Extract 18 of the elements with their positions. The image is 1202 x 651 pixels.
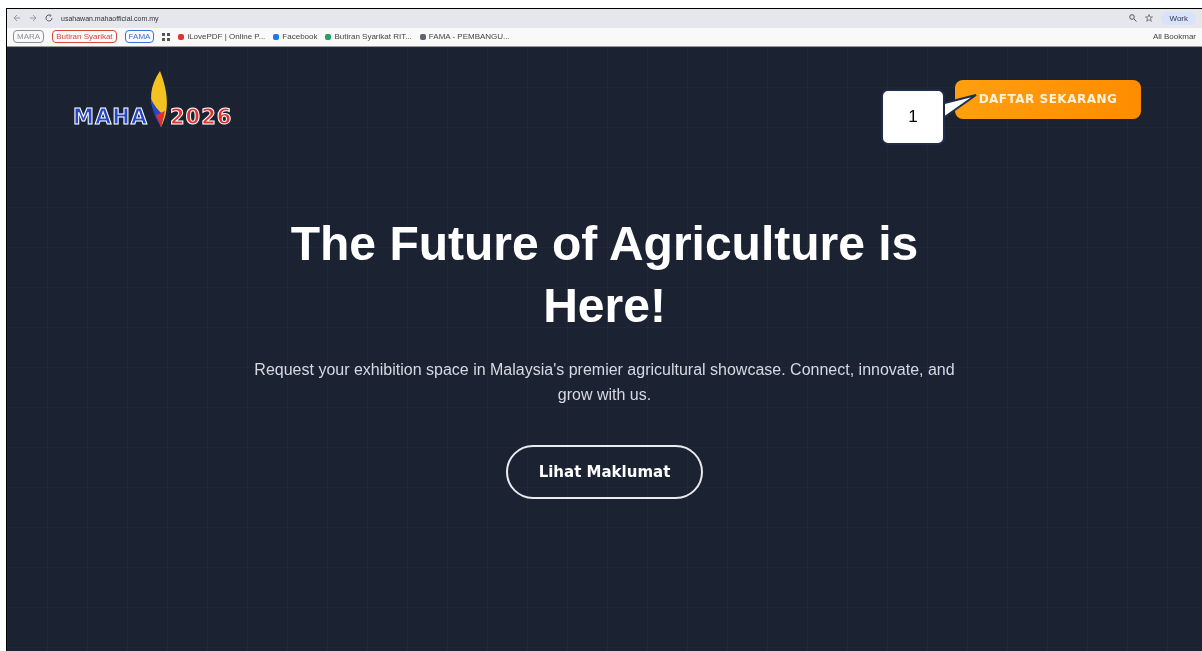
subtitle: Request your exhibition space in Malaysia's premier agricultural showcase. Connect, innovate, and grow with us. [253, 360, 956, 405]
forward-icon[interactable] [29, 14, 37, 23]
all-bookmarks[interactable]: All Bookmar [1152, 32, 1196, 42]
bookmark-link[interactable]: iLovePDF | Online P... [178, 32, 266, 42]
bookmark-link[interactable]: FAMA - PEMBANGU... [419, 32, 510, 42]
star-icon[interactable] [1145, 14, 1154, 23]
apps-icon[interactable] [162, 32, 171, 41]
back-icon[interactable] [13, 14, 21, 23]
profile-button[interactable]: Work [1161, 11, 1196, 25]
bookmark-chip[interactable]: Butiran Syarikat [52, 30, 117, 44]
reload-icon[interactable] [45, 14, 53, 23]
bookmark-chip[interactable]: FAMA [124, 30, 155, 44]
bookmark-link[interactable]: Facebook [273, 32, 318, 42]
bookmark-link[interactable]: Butiran Syarikat RIT... [325, 32, 412, 42]
headline: The Future of Agriculture is Here! [289, 216, 920, 334]
details-button[interactable]: Lihat Maklumat [506, 445, 703, 499]
zoom-icon[interactable] [1129, 14, 1138, 23]
logo[interactable]: MAHA 2026 [73, 69, 233, 129]
